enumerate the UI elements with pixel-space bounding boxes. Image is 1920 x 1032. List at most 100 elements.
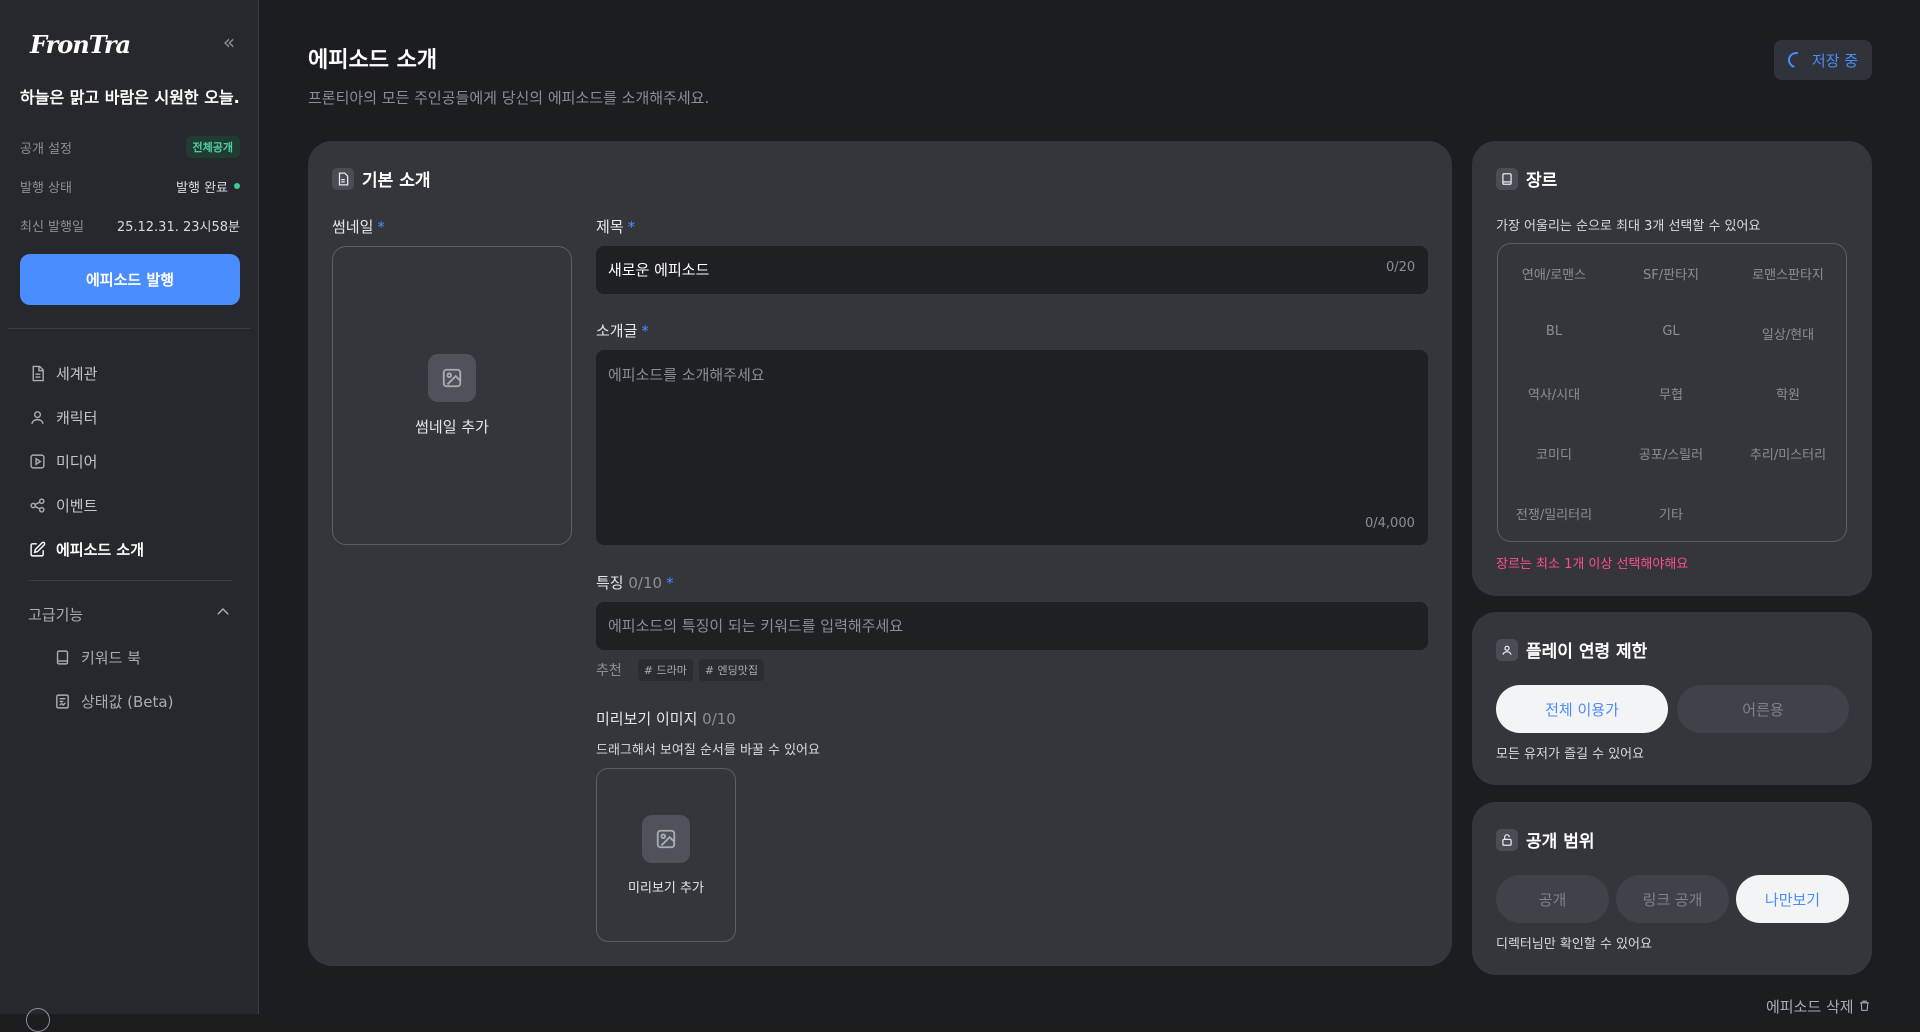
title-input[interactable]: 새로운 에피소드 xyxy=(596,246,1428,294)
saving-label: 저장 중 xyxy=(1811,51,1859,70)
play-icon xyxy=(28,452,46,470)
share-nodes-icon xyxy=(28,496,46,514)
features-field-label: 특징 0/10 * xyxy=(596,572,674,593)
genre-option[interactable]: 추리/미스터리 xyxy=(1730,444,1846,463)
visibility-scope-title: 공개 범위 xyxy=(1496,827,1594,852)
person-icon xyxy=(28,408,46,426)
genre-title-text: 장르 xyxy=(1526,171,1558,191)
sidebar-item-label: 상태값 (Beta) xyxy=(81,692,174,711)
scope-helper: 디렉터님만 확인할 수 있어요 xyxy=(1496,937,1652,952)
saving-status-button[interactable]: 저장 중 xyxy=(1774,40,1872,80)
features-field-label-text: 특징 xyxy=(596,574,624,592)
preview-count: 0/10 xyxy=(702,710,736,728)
sidebar-item-characters[interactable]: 캐릭터 xyxy=(28,403,238,431)
intro-textarea[interactable]: 에피소드를 소개해주세요 xyxy=(596,350,1428,545)
chevron-up-icon xyxy=(214,603,232,625)
publish-status-text: 발행 완료 xyxy=(176,180,228,196)
genre-option[interactable]: 전쟁/밀리터리 xyxy=(1496,504,1612,523)
required-mark: * xyxy=(666,574,674,592)
lock-icon xyxy=(1496,828,1518,851)
file-icon xyxy=(332,167,354,190)
last-published-row: 최신 발행일 25.12.31. 23시58분 xyxy=(20,214,240,236)
genre-option[interactable]: 무협 xyxy=(1613,384,1729,403)
sidebar-item-worldview[interactable]: 세계관 xyxy=(28,359,238,387)
genre-error-message: 장르는 최소 1개 이상 선택해야해요 xyxy=(1496,557,1689,572)
scope-public-button[interactable]: 공개 xyxy=(1496,875,1609,923)
genre-option[interactable]: GL xyxy=(1613,324,1729,339)
trash-icon xyxy=(1858,998,1871,1016)
thumbnail-label: 썸네일 * xyxy=(332,216,385,237)
age-adult-button[interactable]: 어른용 xyxy=(1677,685,1849,733)
scope-private-button[interactable]: 나만보기 xyxy=(1736,875,1849,923)
thumbnail-add-label: 썸네일 추가 xyxy=(415,418,489,436)
preview-image-upload[interactable]: 미리보기 추가 xyxy=(596,768,736,942)
basic-intro-title-text: 기본 소개 xyxy=(362,171,431,191)
publish-episode-button[interactable]: 에피소드 발행 xyxy=(20,254,240,305)
genre-option[interactable]: 연애/로맨스 xyxy=(1496,264,1612,283)
status-icon xyxy=(53,692,71,710)
visibility-badge: 전체공개 xyxy=(185,136,240,158)
recommend-label: 추천 xyxy=(596,663,622,679)
avatar[interactable] xyxy=(26,1008,50,1032)
frontra-logo[interactable]: FronTra xyxy=(30,30,131,59)
preview-hint: 드래그해서 보여질 순서를 바꿀 수 있어요 xyxy=(596,743,820,758)
genre-option[interactable]: BL xyxy=(1496,324,1612,339)
title-input-value: 새로운 에피소드 xyxy=(608,261,710,279)
age-all-button[interactable]: 전체 이용가 xyxy=(1496,685,1668,733)
genre-option[interactable]: 공포/스릴러 xyxy=(1613,444,1729,463)
sidebar-item-episode-intro[interactable]: 에피소드 소개 xyxy=(28,535,238,563)
genre-option[interactable]: SF/판타지 xyxy=(1613,264,1729,283)
project-title: 하늘은 맑고 바람은 시원한 오늘... xyxy=(20,88,240,107)
sidebar-item-label: 미디어 xyxy=(56,452,98,471)
genre-option[interactable]: 역사/시대 xyxy=(1496,384,1612,403)
image-icon xyxy=(642,814,690,863)
page-title: 에피소드 소개 xyxy=(308,48,438,73)
status-dot-icon xyxy=(234,183,240,189)
title-field-label: 제목 * xyxy=(596,216,635,237)
sidebar-divider xyxy=(8,328,251,329)
sidebar-item-label: 키워드 북 xyxy=(81,648,141,667)
title-counter: 0/20 xyxy=(1386,260,1416,275)
edit-icon xyxy=(28,540,46,558)
preview-field-label-text: 미리보기 이미지 xyxy=(596,710,698,728)
genre-option[interactable]: 로맨스판타지 xyxy=(1730,264,1846,283)
genre-title: 장르 xyxy=(1496,166,1557,191)
required-mark: * xyxy=(627,218,636,236)
features-placeholder: 에피소드의 특징이 되는 키워드를 입력해주세요 xyxy=(608,617,904,635)
book-icon xyxy=(53,648,71,666)
sidebar-item-status-values[interactable]: 상태값 (Beta) xyxy=(53,687,238,715)
genre-option[interactable]: 기타 xyxy=(1613,504,1729,523)
collapse-sidebar-icon[interactable]: « xyxy=(218,32,240,54)
required-mark: * xyxy=(377,218,385,236)
sidebar-item-keyword-book[interactable]: 키워드 북 xyxy=(53,643,238,671)
sidebar: FronTra « 하늘은 맑고 바람은 시원한 오늘... 공개 설정 전체공… xyxy=(0,0,259,1032)
thumbnail-label-text: 썸네일 xyxy=(332,218,374,236)
recommend-tag[interactable]: # 드라마 xyxy=(637,659,693,681)
genre-option[interactable]: 학원 xyxy=(1730,384,1846,403)
sidebar-item-events[interactable]: 이벤트 xyxy=(28,491,238,519)
sidebar-item-label: 에피소드 소개 xyxy=(56,540,145,559)
advanced-features-toggle[interactable]: 고급기능 xyxy=(28,600,232,628)
page-subtitle: 프론티아의 모든 주인공들에게 당신의 에피소드를 소개해주세요. xyxy=(308,89,710,107)
age-restriction-title-text: 플레이 연령 제한 xyxy=(1526,642,1648,662)
thumbnail-upload[interactable]: 썸네일 추가 xyxy=(332,246,572,545)
features-input[interactable]: 에피소드의 특징이 되는 키워드를 입력해주세요 xyxy=(596,602,1428,650)
recommend-tag[interactable]: # 엔딩맛집 xyxy=(698,659,765,681)
image-icon xyxy=(428,354,476,402)
book-icon xyxy=(1496,167,1518,190)
last-published-value: 25.12.31. 23시58분 xyxy=(116,219,240,235)
publish-status-label: 발행 상태 xyxy=(20,180,72,196)
person-icon xyxy=(1496,638,1518,661)
age-helper: 모든 유저가 즐길 수 있어요 xyxy=(1496,747,1645,762)
scope-link-button[interactable]: 링크 공개 xyxy=(1616,875,1729,923)
genre-option[interactable]: 코미디 xyxy=(1496,444,1612,463)
recommended-tags: 추천 # 드라마 # 엔딩맛집 xyxy=(596,659,765,681)
last-published-label: 최신 발행일 xyxy=(20,219,84,235)
loading-spinner-icon xyxy=(1784,49,1807,71)
sidebar-item-media[interactable]: 미디어 xyxy=(28,447,238,475)
required-mark: * xyxy=(641,322,649,340)
advanced-features-label: 고급기능 xyxy=(28,605,84,624)
title-field-label-text: 제목 xyxy=(596,218,624,236)
genre-option[interactable]: 일상/현대 xyxy=(1730,324,1846,343)
age-restriction-title: 플레이 연령 제한 xyxy=(1496,637,1647,662)
